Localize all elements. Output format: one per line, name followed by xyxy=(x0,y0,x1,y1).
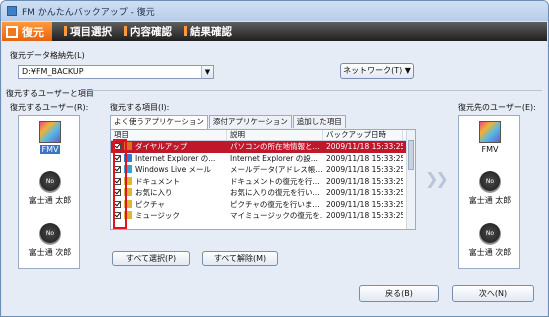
list-header: 項目 説明 バックアップ日時 xyxy=(111,130,415,141)
vertical-scrollbar[interactable] xyxy=(406,130,415,229)
source-user-list: FMV No 富士通 太郎 No 富士通 次郎 xyxy=(18,115,80,269)
list-item[interactable]: Internet Explorer の... Internet Explorer … xyxy=(111,153,415,165)
list-item[interactable]: ピクチャ ピクチャの復元を行いま... 2009/11/18 15:33:25 xyxy=(111,199,415,211)
items-label: 復元する項目(I): xyxy=(110,103,170,112)
title-bar: FM かんたんバックアップ - 復元 xyxy=(1,1,548,21)
double-chevron-right-icon: ❯❯ xyxy=(425,169,449,188)
restore-window: FM かんたんバックアップ - 復元 復元 項目選択 内容確認 結果確認 復元デ… xyxy=(0,0,549,317)
back-button[interactable]: 戻る(B) xyxy=(359,285,439,302)
item-date-cell: 2009/11/18 15:33:25 xyxy=(326,211,403,220)
dest-users-label: 復元先のユーザー(E): xyxy=(458,103,536,112)
source-user-jiro[interactable]: No 富士通 次郎 xyxy=(25,223,75,258)
item-desc-cell: マイミュージックの復元を... xyxy=(230,211,323,220)
item-list: 項目 説明 バックアップ日時 ダイヤルアップ パソコンの所在地情報と... 2009… xyxy=(110,129,416,230)
column-description[interactable]: 説明 xyxy=(227,130,323,140)
item-desc-cell: お気に入りの復元を行い... xyxy=(230,188,320,197)
source-users-label: 復元するユーザー(R): xyxy=(10,103,89,112)
clear-all-button[interactable]: すべて解除(M) xyxy=(202,251,278,266)
section-divider xyxy=(82,90,542,91)
list-item[interactable]: ダイヤルアップ パソコンの所在地情報と... 2009/11/18 15:33:25 xyxy=(111,141,415,153)
item-name-cell: ダイヤルアップ xyxy=(111,141,227,153)
item-desc-cell: Internet Explorer の設... xyxy=(230,153,318,163)
dest-user-list: FMV No 富士通 太郎 No 富士通 次郎 xyxy=(458,115,520,269)
restore-source-value: D:¥FM_BACKUP xyxy=(22,67,84,76)
logo-label: 復元 xyxy=(22,25,44,39)
item-name-cell: お気に入り xyxy=(111,187,227,199)
step-confirm: 内容確認 xyxy=(124,24,172,39)
logo-icon xyxy=(6,25,18,38)
tab-added-items[interactable]: 追加した項目 xyxy=(292,115,346,128)
list-item[interactable]: ドキュメント ドキュメントの復元を行... 2009/11/18 15:33:25 xyxy=(111,176,415,188)
column-item[interactable]: 項目 xyxy=(111,130,227,140)
scroll-thumb[interactable] xyxy=(408,140,414,170)
item-date-cell: 2009/11/18 15:33:25 xyxy=(326,153,403,163)
section-label: 復元するユーザーと項目 xyxy=(6,89,94,98)
step-item-select: 項目選択 xyxy=(64,24,112,39)
avatar: No xyxy=(479,171,501,193)
restore-source-label: 復元データ格納先(L) xyxy=(10,51,85,60)
item-desc-cell: メールデータ(アドレス帳... xyxy=(230,165,323,174)
item-desc-cell: パソコンの所在地情報と... xyxy=(230,142,320,151)
list-item[interactable]: Windows Live メール メールデータ(アドレス帳... 2009/11/1… xyxy=(111,164,415,176)
next-button[interactable]: 次へ(N) xyxy=(452,285,534,302)
column-backup-date[interactable]: バックアップ日時 xyxy=(323,130,403,140)
dest-user-fmv[interactable]: FMV xyxy=(465,121,515,154)
tab-frequent-apps[interactable]: よく使うアプリケーション xyxy=(110,115,208,129)
network-button[interactable]: ネットワーク(T) ▼ xyxy=(340,63,414,79)
dest-user-taro[interactable]: No 富士通 太郎 xyxy=(465,171,515,206)
avatar xyxy=(39,121,61,143)
window-title: FM かんたんバックアップ - 復元 xyxy=(22,7,155,18)
item-date-cell: 2009/11/18 15:33:25 xyxy=(326,188,403,197)
item-desc-cell: ピクチャの復元を行いま... xyxy=(230,199,320,209)
main-content: 復元データ格納先(L) D:¥FM_BACKUP ▼ ネットワーク(T) ▼ 復… xyxy=(2,41,547,316)
source-user-fmv[interactable]: FMV xyxy=(25,121,75,154)
avatar xyxy=(479,121,501,143)
item-name-cell: ドキュメント xyxy=(111,176,227,188)
item-tabs: よく使うアプリケーション 添付アプリケーション 追加した項目 xyxy=(110,115,347,129)
source-user-taro[interactable]: No 富士通 太郎 xyxy=(25,171,75,206)
avatar: No xyxy=(39,171,61,193)
item-desc-cell: ドキュメントの復元を行... xyxy=(230,176,320,186)
app-icon xyxy=(7,6,17,16)
step-result: 結果確認 xyxy=(184,24,232,39)
avatar: No xyxy=(39,223,61,245)
list-rows: ダイヤルアップ パソコンの所在地情報と... 2009/11/18 15:33:25… xyxy=(111,141,415,222)
item-name-cell: Internet Explorer の... xyxy=(111,153,227,165)
item-date-cell: 2009/11/18 15:33:25 xyxy=(326,142,403,151)
avatar: No xyxy=(479,223,501,245)
item-date-cell: 2009/11/18 15:33:25 xyxy=(326,199,403,209)
item-name-cell: ピクチャ xyxy=(111,199,227,211)
tab-bundled-apps[interactable]: 添付アプリケーション xyxy=(208,115,292,128)
restore-logo: 復元 xyxy=(2,22,52,41)
list-item[interactable]: ミュージック マイミュージックの復元を... 2009/11/18 15:33:25 xyxy=(111,210,415,222)
item-name-cell: Windows Live メール xyxy=(111,164,227,176)
dest-user-jiro[interactable]: No 富士通 次郎 xyxy=(465,223,515,258)
checkbox-highlight xyxy=(113,139,127,229)
select-all-button[interactable]: すべて選択(P) xyxy=(112,251,190,266)
chevron-down-icon[interactable]: ▼ xyxy=(201,66,213,78)
item-date-cell: 2009/11/18 15:33:25 xyxy=(326,176,403,186)
item-date-cell: 2009/11/18 15:33:25 xyxy=(326,165,403,174)
item-name-cell: ミュージック xyxy=(111,210,227,222)
wizard-header: 復元 項目選択 内容確認 結果確認 xyxy=(2,22,547,41)
restore-source-combo[interactable]: D:¥FM_BACKUP ▼ xyxy=(18,65,214,79)
list-item[interactable]: お気に入り お気に入りの復元を行い... 2009/11/18 15:33:25 xyxy=(111,187,415,199)
